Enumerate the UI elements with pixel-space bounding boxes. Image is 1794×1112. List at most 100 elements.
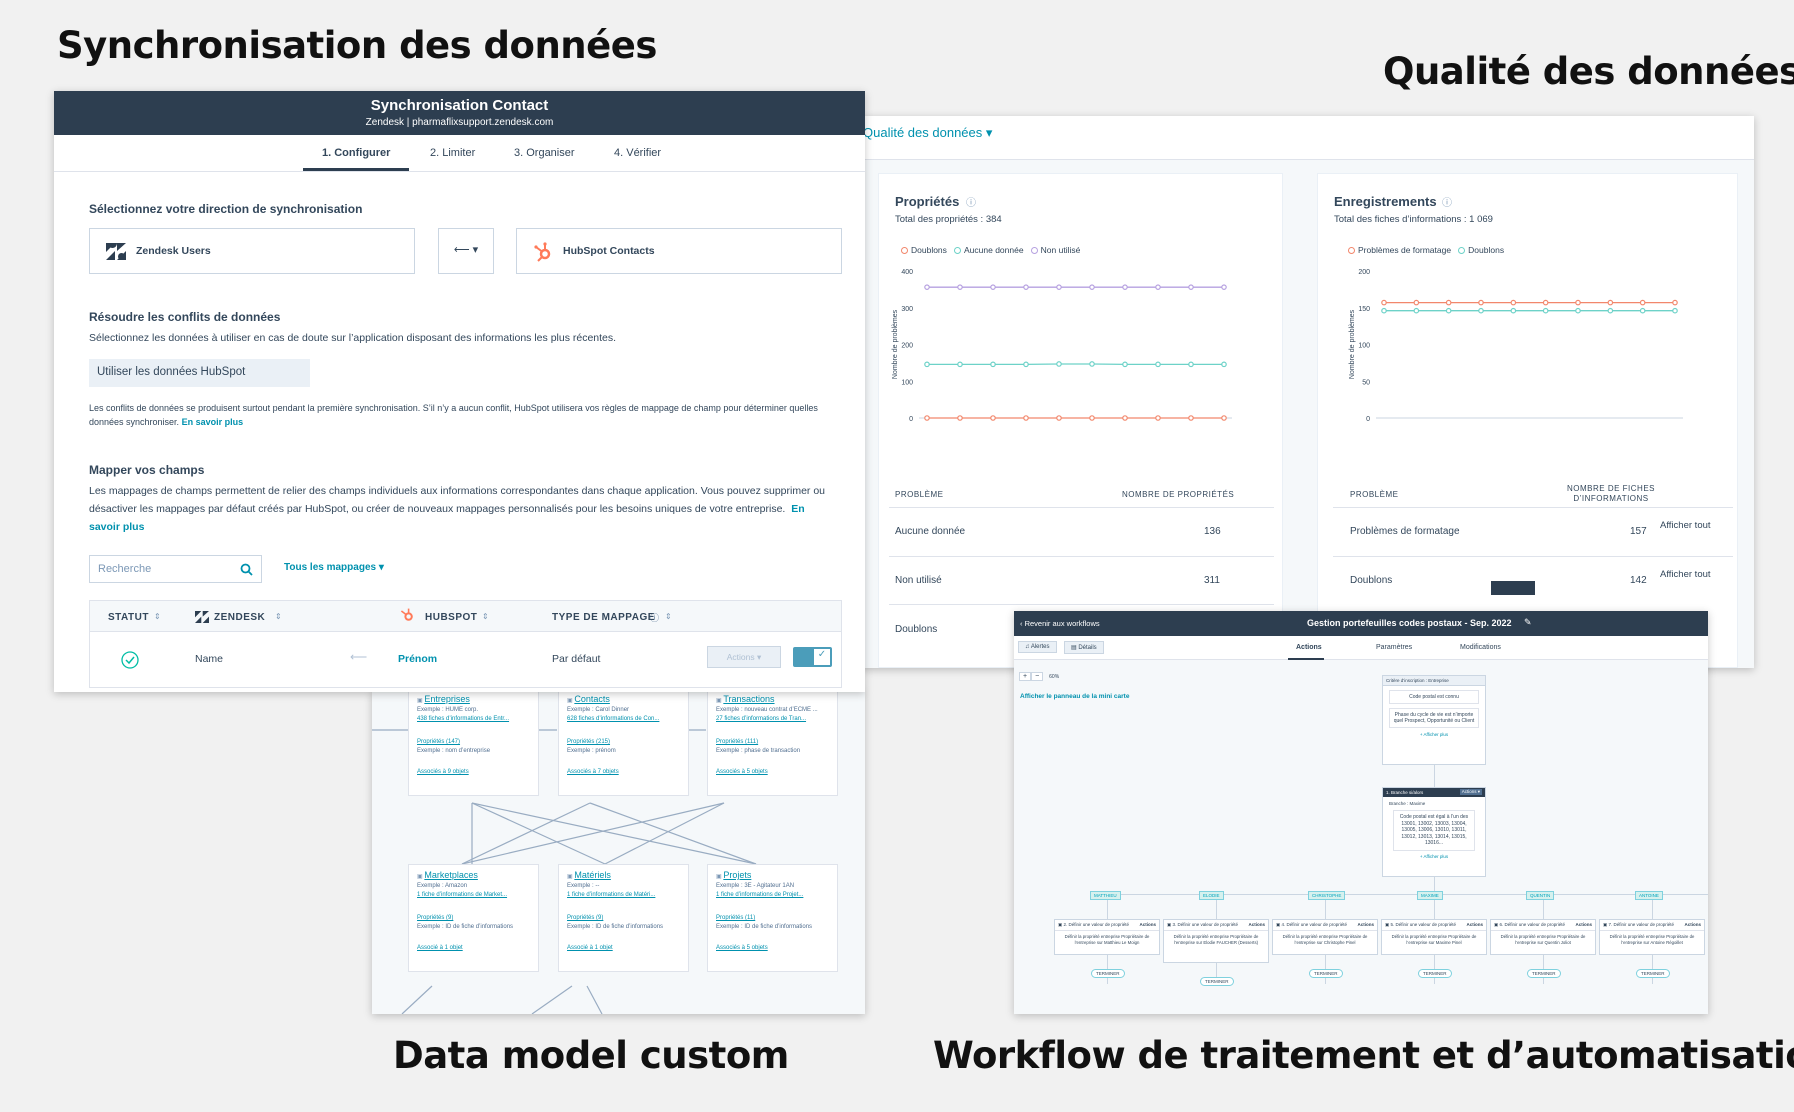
trigger-show-more[interactable]: + Afficher plus <box>1383 732 1485 737</box>
object-records-link[interactable]: 628 fiches d’informations de Con... <box>567 715 680 724</box>
branch-actions-button[interactable]: Actions ▾ <box>1459 789 1482 795</box>
data-point[interactable] <box>924 361 930 368</box>
object-associations-link[interactable]: Associé à 1 objet <box>567 944 680 953</box>
data-point[interactable] <box>957 284 963 290</box>
info-icon[interactable]: ⓘ <box>650 611 659 624</box>
data-point[interactable] <box>1023 415 1029 421</box>
action-node-actions[interactable]: Actions <box>1139 922 1156 927</box>
data-point[interactable] <box>1672 299 1678 306</box>
data-point[interactable] <box>1221 361 1227 368</box>
data-point[interactable] <box>1542 299 1549 306</box>
data-point[interactable] <box>1575 307 1581 314</box>
data-point[interactable] <box>1089 415 1095 421</box>
object-name[interactable]: Entreprises <box>424 694 470 704</box>
data-point[interactable] <box>1381 299 1387 306</box>
data-point[interactable] <box>1542 307 1549 314</box>
action-node-actions[interactable]: Actions <box>1466 922 1483 927</box>
object-card[interactable]: ▣ Projets Exemple : 3E - Agitateur 1AN 1 f… <box>707 864 838 972</box>
search-box[interactable]: Recherche <box>89 555 262 583</box>
action-node-actions[interactable]: Actions <box>1357 922 1374 927</box>
data-point[interactable] <box>1639 299 1646 306</box>
mapping-filter[interactable]: Tous les mappages ▾ <box>284 562 384 573</box>
tab-parametres[interactable]: Paramètres <box>1376 644 1412 651</box>
data-point[interactable] <box>1413 299 1420 306</box>
data-point[interactable] <box>957 361 963 368</box>
object-properties-link[interactable]: Propriétés (11) <box>716 914 829 923</box>
data-point[interactable] <box>1381 307 1387 314</box>
object-associations-link[interactable]: Associés à 5 objets <box>716 768 829 777</box>
row-actions-button[interactable]: Actions ▾ <box>707 646 781 668</box>
data-point[interactable] <box>1510 307 1517 314</box>
object-card[interactable]: ▣ Contacts Exemple : Carol Dinner 628 fich… <box>558 690 689 796</box>
data-point[interactable] <box>1023 361 1029 368</box>
data-point[interactable] <box>1155 361 1161 368</box>
branch-show-more[interactable]: + Afficher plus <box>1383 854 1485 859</box>
conflict-select[interactable]: Utiliser les données HubSpot <box>89 359 310 387</box>
data-point[interactable] <box>1188 415 1194 421</box>
left-app-box[interactable]: Zendesk Users <box>89 228 415 274</box>
object-name[interactable]: Matériels <box>574 870 611 880</box>
branch-label[interactable]: QUENTIN <box>1526 891 1555 900</box>
minimap-link[interactable]: Afficher le panneau de la mini carte <box>1020 693 1129 700</box>
action-node[interactable]: ▣ 6. Définir une valeur de propriété Acti… <box>1490 919 1596 955</box>
object-associations-link[interactable]: Associés à 7 objets <box>567 768 680 777</box>
data-point[interactable] <box>1155 415 1161 421</box>
zoom-out-button[interactable]: − <box>1031 672 1044 681</box>
data-point[interactable] <box>1510 299 1517 306</box>
records-show-all-link[interactable]: Afficher tout <box>1660 520 1712 531</box>
data-point[interactable] <box>1575 299 1581 306</box>
object-name[interactable]: Marketplaces <box>424 870 478 880</box>
col-zendesk[interactable]: ZENDESK <box>214 612 265 623</box>
object-properties-link[interactable]: Propriétés (215) <box>567 738 680 747</box>
details-button[interactable]: ▤ Détails <box>1064 641 1104 654</box>
object-properties-link[interactable]: Propriétés (9) <box>567 914 680 923</box>
data-point[interactable] <box>1607 307 1614 314</box>
object-name[interactable]: Contacts <box>574 694 610 704</box>
tab-organiser[interactable]: 3. Organiser <box>514 147 575 159</box>
alerts-button[interactable]: ♫ Alertes <box>1018 641 1057 653</box>
data-point[interactable] <box>1122 284 1128 290</box>
action-node-actions[interactable]: Actions <box>1684 922 1701 927</box>
object-name[interactable]: Transactions <box>723 694 774 704</box>
direction-select[interactable]: ⟵ ▾ <box>438 228 494 274</box>
action-node[interactable]: ▣ 5. Définir une valeur de propriété Acti… <box>1381 919 1487 955</box>
data-point[interactable] <box>1089 284 1095 290</box>
branch-label[interactable]: MATTHIEU <box>1090 891 1121 900</box>
records-show-all-link[interactable]: Afficher tout <box>1660 569 1712 580</box>
object-records-link[interactable]: 1 fiche d’informations de Projet... <box>716 891 829 900</box>
object-records-link[interactable]: 1 fiche d’informations de Market... <box>417 891 530 900</box>
data-point[interactable] <box>957 415 963 421</box>
action-node[interactable]: ▣ 3. Définir une valeur de propriété Acti… <box>1163 919 1269 963</box>
col-type[interactable]: TYPE DE MAPPAGE <box>552 612 655 623</box>
learn-more-link[interactable]: En savoir plus <box>182 417 244 427</box>
object-associations-link[interactable]: Associés à 5 objets <box>716 944 829 953</box>
quality-menu[interactable]: Qualité des données ▾ <box>863 125 992 141</box>
branch-label[interactable]: CHRISTOPHE <box>1308 891 1346 900</box>
data-point[interactable] <box>1056 415 1062 421</box>
tab-modifications[interactable]: Modifications <box>1460 644 1501 651</box>
data-point[interactable] <box>1155 284 1161 290</box>
back-to-workflows-link[interactable]: ‹ Revenir aux workflows <box>1020 619 1100 628</box>
object-records-link[interactable]: 438 fiches d’informations de Entr... <box>417 715 530 724</box>
legend-item[interactable]: Aucune donnée <box>954 245 1024 255</box>
action-node-actions[interactable]: Actions <box>1248 922 1265 927</box>
data-point[interactable] <box>1639 307 1646 314</box>
data-point[interactable] <box>1221 415 1227 421</box>
object-name[interactable]: Projets <box>723 870 751 880</box>
row-hubspot-field[interactable]: Prénom <box>398 653 437 665</box>
action-node[interactable]: ▣ 4. Définir une valeur de propriété Acti… <box>1272 919 1378 955</box>
object-records-link[interactable]: 1 fiche d’informations de Matéri... <box>567 891 680 900</box>
data-point[interactable] <box>924 284 930 290</box>
tab-verifier[interactable]: 4. Vérifier <box>614 147 661 159</box>
data-point[interactable] <box>1023 284 1029 290</box>
legend-item[interactable]: Doublons <box>901 245 947 255</box>
data-point[interactable] <box>1413 307 1420 314</box>
data-point[interactable] <box>1122 415 1128 421</box>
branch-label[interactable]: ELODIE <box>1199 891 1224 900</box>
data-point[interactable] <box>1188 361 1194 368</box>
data-point[interactable] <box>924 415 930 421</box>
tab-actions[interactable]: Actions <box>1296 644 1322 651</box>
object-associations-link[interactable]: Associés à 9 objets <box>417 768 530 777</box>
right-app-box[interactable]: HubSpot Contacts <box>516 228 842 274</box>
col-hubspot[interactable]: HUBSPOT <box>425 612 477 623</box>
